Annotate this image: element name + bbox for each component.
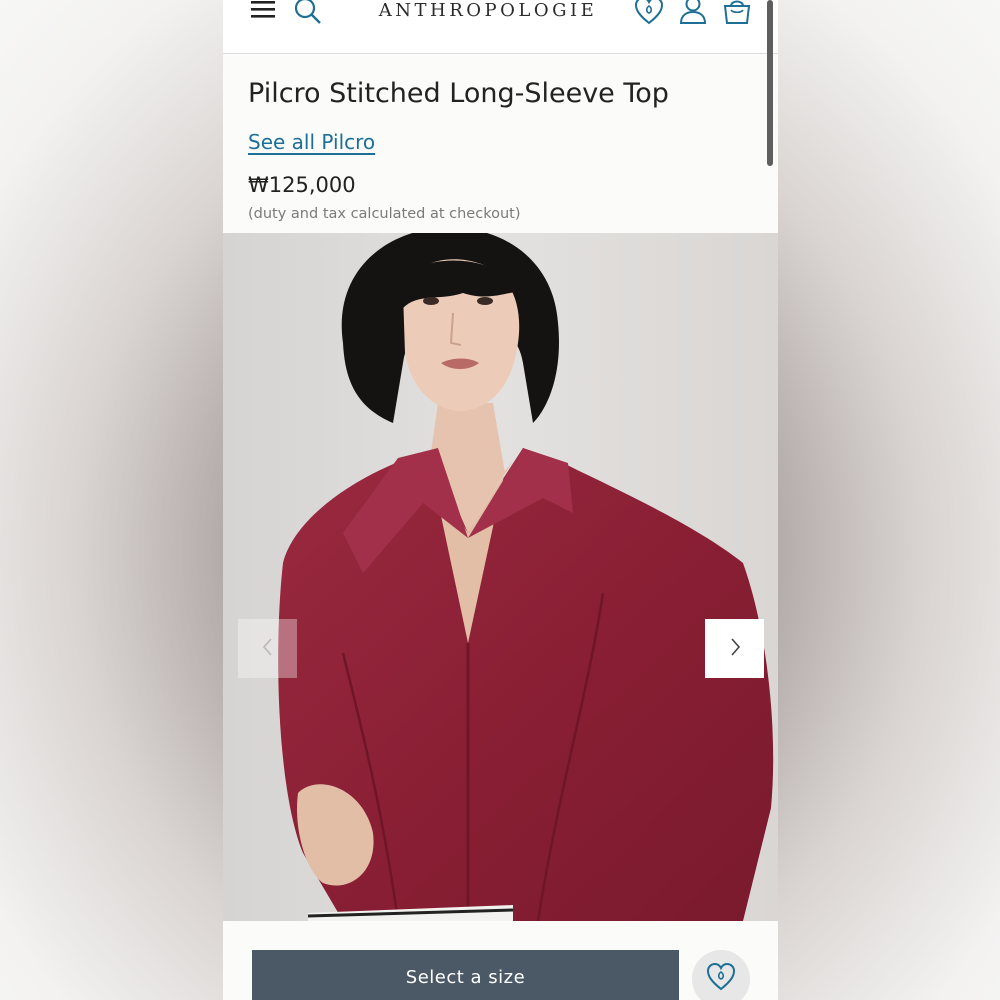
heart-icon bbox=[705, 962, 737, 996]
select-size-button[interactable]: Select a size bbox=[252, 950, 679, 1000]
bag-icon[interactable] bbox=[722, 0, 752, 30]
product-image[interactable] bbox=[223, 233, 778, 921]
menu-icon[interactable] bbox=[248, 0, 278, 30]
gallery-prev-button[interactable] bbox=[238, 619, 297, 678]
search-icon[interactable] bbox=[293, 0, 323, 30]
site-logo[interactable]: ANTHROPOLOGIE bbox=[373, 0, 603, 21]
add-to-wishlist-button[interactable] bbox=[692, 950, 750, 1000]
product-page: ANTHROPOLOGIE Pilcro Stitched Long-Sleev… bbox=[223, 0, 778, 1000]
scrollbar[interactable] bbox=[767, 0, 773, 166]
wishlist-heart-icon[interactable] bbox=[633, 0, 665, 30]
product-title: Pilcro Stitched Long-Sleeve Top bbox=[248, 78, 669, 109]
site-header: ANTHROPOLOGIE bbox=[223, 0, 778, 54]
chevron-right-icon bbox=[727, 637, 743, 661]
product-price: ₩125,000 bbox=[248, 173, 356, 197]
price-note: (duty and tax calculated at checkout) bbox=[248, 206, 521, 222]
chevron-left-icon bbox=[260, 637, 276, 661]
product-photo-illustration bbox=[223, 233, 778, 921]
gallery-next-button[interactable] bbox=[705, 619, 764, 678]
sticky-action-bar: Select a size bbox=[223, 921, 778, 1000]
see-all-brand-link[interactable]: See all Pilcro bbox=[248, 130, 375, 154]
account-icon[interactable] bbox=[678, 0, 708, 30]
